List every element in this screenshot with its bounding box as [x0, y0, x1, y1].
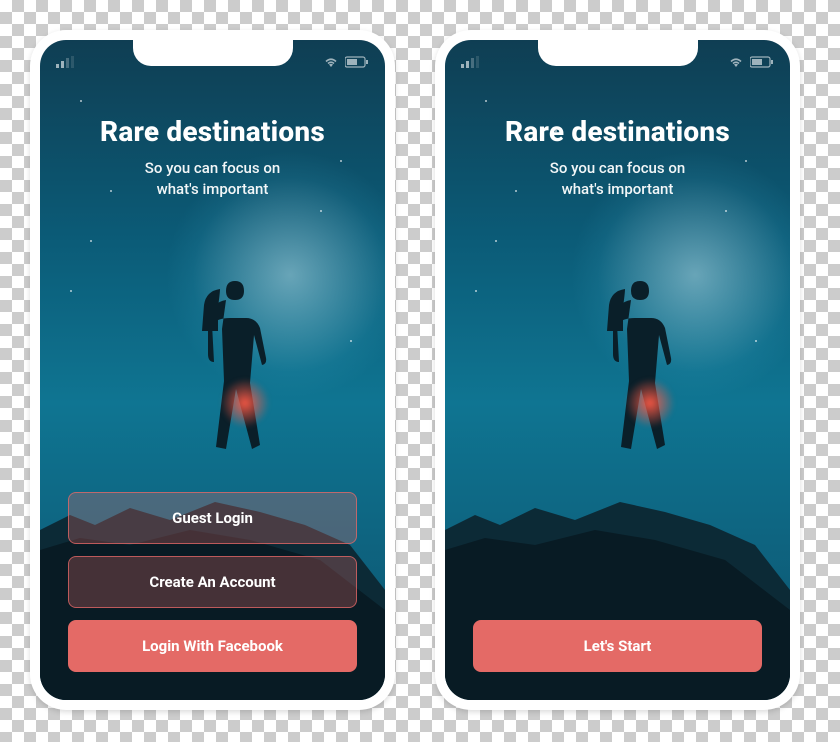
battery-icon	[345, 53, 369, 72]
page-title: Rare destinations	[475, 115, 760, 148]
button-stack: Guest Login Create An Account Login With…	[68, 492, 357, 672]
wifi-icon	[323, 53, 339, 72]
page-subtitle: So you can focus on what's important	[475, 158, 760, 200]
page-subtitle: So you can focus on what's important	[70, 158, 355, 200]
lets-start-label: Let's Start	[584, 637, 652, 655]
signal-icon	[56, 53, 74, 72]
create-account-label: Create An Account	[149, 573, 275, 591]
guest-login-label: Guest Login	[172, 509, 253, 527]
lets-start-button[interactable]: Let's Start	[473, 620, 762, 672]
subtitle-line-2: what's important	[157, 180, 269, 198]
subtitle-line-1: So you can focus on	[550, 159, 685, 177]
subtitle-line-2: what's important	[562, 180, 674, 198]
page-title: Rare destinations	[70, 115, 355, 148]
hero-text: Rare destinations So you can focus on wh…	[445, 115, 790, 200]
battery-icon	[750, 53, 774, 72]
phone-notch	[133, 38, 293, 66]
phone-mockup-login: Rare destinations So you can focus on wh…	[30, 30, 395, 710]
hero-text: Rare destinations So you can focus on wh…	[40, 115, 385, 200]
button-stack: Let's Start	[473, 620, 762, 672]
guest-login-button[interactable]: Guest Login	[68, 492, 357, 544]
phone-mockup-start: Rare destinations So you can focus on wh…	[435, 30, 800, 710]
phone-notch	[538, 38, 698, 66]
wifi-icon	[728, 53, 744, 72]
screen-start: Rare destinations So you can focus on wh…	[445, 40, 790, 700]
facebook-login-label: Login With Facebook	[142, 637, 283, 655]
screen-login: Rare destinations So you can focus on wh…	[40, 40, 385, 700]
subtitle-line-1: So you can focus on	[145, 159, 280, 177]
create-account-button[interactable]: Create An Account	[68, 556, 357, 608]
facebook-login-button[interactable]: Login With Facebook	[68, 620, 357, 672]
signal-icon	[461, 53, 479, 72]
